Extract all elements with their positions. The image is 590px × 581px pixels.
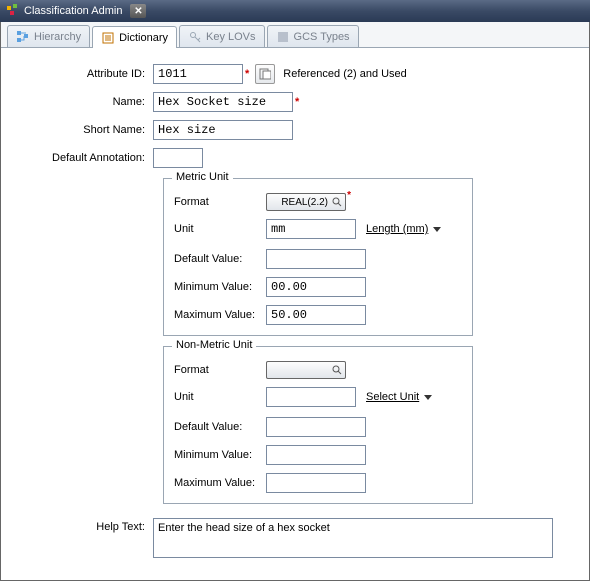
nonmetric-max-input[interactable]	[266, 473, 366, 493]
search-icon	[332, 365, 342, 375]
nonmetric-min-label: Minimum Value:	[174, 449, 266, 461]
help-text-label: Help Text:	[13, 518, 153, 533]
metric-unit-label: Unit	[174, 223, 266, 235]
non-metric-unit-group: Non-Metric Unit Format Unit Select Unit	[163, 346, 473, 504]
required-marker: *	[245, 68, 249, 80]
metric-min-label: Minimum Value:	[174, 281, 266, 293]
referenced-note: Referenced (2) and Used	[283, 68, 407, 80]
tab-bar: Hierarchy Dictionary Key LOVs GCS Types	[1, 22, 589, 48]
tab-label: Key LOVs	[206, 31, 256, 43]
window-title: Classification Admin	[24, 5, 122, 17]
close-button[interactable]: ✕	[130, 4, 146, 18]
metric-unit-group: Metric Unit Format REAL(2.2) * Unit Leng…	[163, 178, 473, 336]
required-marker: *	[295, 96, 299, 108]
nonmetric-format-label: Format	[174, 364, 266, 376]
search-icon	[332, 197, 342, 207]
attribute-id-input[interactable]	[153, 64, 243, 84]
default-annotation-label: Default Annotation:	[13, 152, 153, 164]
metric-default-input[interactable]	[266, 249, 366, 269]
tab-label: Hierarchy	[34, 31, 81, 43]
metric-default-label: Default Value:	[174, 253, 266, 265]
nonmetric-min-input[interactable]	[266, 445, 366, 465]
metric-unit-input[interactable]	[266, 219, 356, 239]
types-icon	[276, 30, 290, 44]
key-icon	[188, 30, 202, 44]
tab-label: GCS Types	[294, 31, 350, 43]
short-name-input[interactable]	[153, 120, 293, 140]
lookup-icon	[259, 68, 271, 80]
nonmetric-format-picker[interactable]	[266, 361, 346, 379]
metric-max-label: Maximum Value:	[174, 309, 266, 321]
name-input[interactable]	[153, 92, 293, 112]
nonmetric-unit-input[interactable]	[266, 387, 356, 407]
lookup-button[interactable]	[255, 64, 275, 84]
metric-format-picker[interactable]: REAL(2.2) *	[266, 193, 346, 211]
nonmetric-default-label: Default Value:	[174, 421, 266, 433]
non-metric-unit-title: Non-Metric Unit	[172, 339, 256, 351]
short-name-label: Short Name:	[13, 124, 153, 136]
metric-max-input[interactable]	[266, 305, 366, 325]
chevron-down-icon[interactable]	[432, 224, 442, 234]
nonmetric-default-input[interactable]	[266, 417, 366, 437]
default-annotation-input[interactable]	[153, 148, 203, 168]
tab-key-lovs[interactable]: Key LOVs	[179, 25, 265, 47]
help-text-input[interactable]	[153, 518, 553, 558]
metric-format-value: REAL(2.2)	[281, 197, 328, 208]
tab-hierarchy[interactable]: Hierarchy	[7, 25, 90, 47]
metric-unit-link[interactable]: Length (mm)	[366, 223, 428, 235]
metric-min-input[interactable]	[266, 277, 366, 297]
nonmetric-unit-label: Unit	[174, 391, 266, 403]
attribute-id-label: Attribute ID:	[13, 68, 153, 80]
metric-unit-title: Metric Unit	[172, 171, 233, 183]
nonmetric-max-label: Maximum Value:	[174, 477, 266, 489]
hierarchy-icon	[16, 30, 30, 44]
chevron-down-icon[interactable]	[423, 392, 433, 402]
name-label: Name:	[13, 96, 153, 108]
title-bar: Classification Admin ✕	[0, 0, 590, 22]
tab-gcs-types[interactable]: GCS Types	[267, 25, 359, 47]
dictionary-icon	[101, 31, 115, 45]
form-content: Attribute ID: * Referenced (2) and Used …	[1, 48, 589, 576]
nonmetric-unit-link[interactable]: Select Unit	[366, 391, 419, 403]
app-icon	[6, 4, 20, 18]
main-panel: Hierarchy Dictionary Key LOVs GCS Types …	[0, 22, 590, 581]
tab-label: Dictionary	[119, 32, 168, 44]
metric-format-label: Format	[174, 196, 266, 208]
required-marker: *	[347, 190, 351, 201]
tab-dictionary[interactable]: Dictionary	[92, 26, 177, 48]
